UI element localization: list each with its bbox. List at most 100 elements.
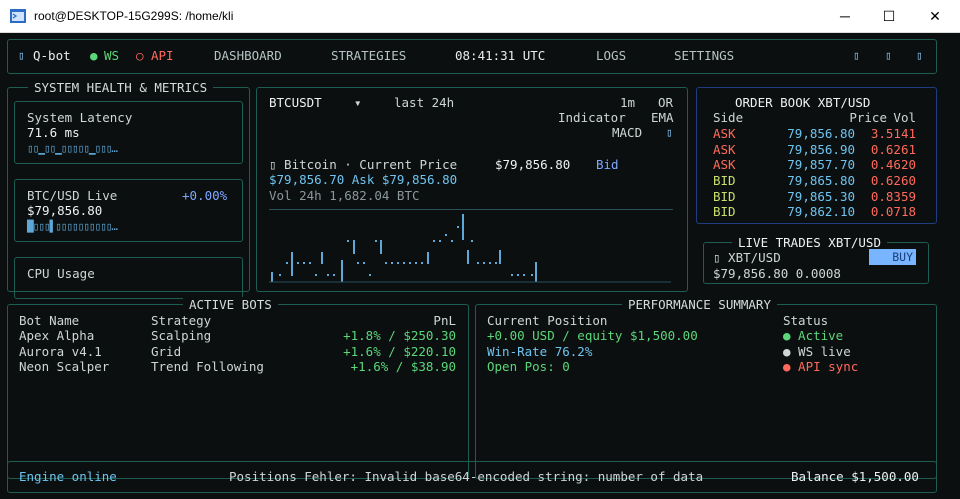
symbol-select[interactable]: BTCUSDT	[269, 95, 322, 110]
status-label: Status	[783, 313, 829, 328]
chart-bar	[439, 240, 441, 242]
cpu-label: CPU Usage	[27, 266, 95, 281]
trade-pair: ▯ XBT/USD	[713, 250, 781, 265]
status-api: ● API sync	[783, 359, 859, 374]
system-health-title: SYSTEM HEALTH & METRICS	[28, 80, 214, 96]
chart-settings-icon[interactable]: ▯	[666, 125, 673, 140]
ob-row-vol: 0.8359	[870, 189, 916, 204]
chart-bar	[477, 262, 479, 264]
latency-label: System Latency	[27, 110, 133, 125]
win-rate: Win-Rate 76.2%	[487, 344, 593, 359]
price-chart-panel: BTCUSDT ▾ last 24h 1m OR Indicator EMA M…	[256, 87, 688, 292]
nav-settings[interactable]: SETTINGS	[674, 48, 734, 63]
interval-label[interactable]: 1m	[620, 95, 635, 110]
cpu-card: CPU Usage	[14, 257, 243, 299]
notifications-icon[interactable]: ▯	[853, 48, 860, 63]
ob-row-price: 79,856.80	[787, 126, 855, 141]
active-bots-panel: ACTIVE BOTS Bot Name Strategy PnL Apex A…	[7, 297, 469, 479]
chart-bar	[433, 240, 435, 242]
chevron-down-icon[interactable]: ▾	[354, 95, 362, 110]
price-bars	[271, 214, 537, 282]
ob-row-price: 79,865.30	[787, 189, 855, 204]
trade-line: $79,856.80 0.0008	[713, 266, 841, 281]
chart-bar	[347, 240, 349, 242]
chart-bar	[462, 214, 464, 240]
app-logo-icon: ▯	[18, 49, 25, 62]
btc-sparkline: █▯▯▯▌▯▯▯▯▯▯▯▯▯▯…	[27, 220, 118, 233]
ob-row-vol: 0.4620	[870, 157, 916, 172]
nav-logs[interactable]: LOGS	[596, 48, 626, 63]
ob-row-side: ASK	[713, 142, 736, 157]
bid-ask-line: $79,856.70 Ask $79,856.80	[269, 172, 458, 187]
engine-status: Engine online	[19, 469, 117, 484]
bot-name[interactable]: Aurora v4.1	[19, 344, 102, 359]
active-bots-title: ACTIVE BOTS	[183, 297, 278, 313]
user-icon[interactable]: ▯	[885, 48, 892, 63]
chart-bar	[451, 240, 453, 242]
chart-bar	[457, 226, 459, 228]
ob-row-price: 79,862.10	[787, 204, 855, 219]
chart-bar	[467, 250, 469, 264]
bots-header-strategy: Strategy	[151, 313, 212, 328]
chart-bar	[309, 262, 311, 264]
bot-name[interactable]: Neon Scalper	[19, 359, 109, 374]
range-label[interactable]: last 24h	[394, 95, 454, 110]
api-status-dot: ○	[136, 48, 144, 63]
chart-bar	[415, 262, 417, 264]
chart-bar	[495, 262, 497, 264]
ob-row-price: 79,856.90	[787, 142, 855, 157]
chart-bar	[341, 260, 343, 282]
minimize-button[interactable]: ─	[822, 0, 868, 32]
chart-bar	[427, 252, 429, 264]
btc-change: +0.00%	[182, 188, 228, 203]
buy-button[interactable]: BUY	[869, 249, 916, 265]
chart-bar	[523, 274, 525, 276]
bot-strategy: Trend Following	[151, 359, 264, 374]
chart-bar	[279, 274, 281, 276]
nav-dashboard[interactable]: DASHBOARD	[214, 48, 282, 63]
chart-bar	[363, 262, 365, 264]
ob-row-side: ASK	[713, 126, 736, 141]
footer-message: Positions Fehler: Invalid base64-encoded…	[229, 469, 704, 484]
volume-24h: Vol 24h 1,682.04 BTC	[269, 188, 420, 203]
ob-row-price: 79,865.80	[787, 173, 855, 188]
macd-toggle[interactable]: MACD	[612, 125, 642, 140]
chart-bar	[286, 262, 288, 264]
chart-bar	[517, 274, 519, 276]
ob-row-vol: 0.6260	[870, 173, 916, 188]
bot-name[interactable]: Apex Alpha	[19, 328, 94, 343]
ob-row-price: 79,857.70	[787, 157, 855, 172]
ws-status-dot: ●	[90, 48, 98, 63]
api-status-label: API	[151, 48, 174, 63]
latency-value: 71.6 ms	[27, 125, 80, 140]
indicator-label: Indicator	[558, 110, 626, 125]
status-footer: Engine online Positions Fehler: Invalid …	[7, 461, 937, 493]
or-label: OR	[658, 95, 674, 110]
chart-bar	[375, 240, 377, 242]
chart-bar	[321, 252, 323, 264]
position-value: +0.00 USD / equity $1,500.00	[487, 328, 698, 343]
ob-row-side: ASK	[713, 157, 736, 172]
order-book-panel: ORDER BOOK XBT/USD Side Price Vol ASK 79…	[696, 87, 937, 224]
menu-icon[interactable]: ▯	[916, 48, 923, 63]
current-price: $79,856.80	[495, 157, 571, 172]
btc-live-value: $79,856.80	[27, 203, 103, 218]
latency-sparkline: ▯▯▁▯▯▁▯▯▯▯▯▁▯▯▯…	[27, 142, 118, 155]
bid-label: Bid	[596, 157, 619, 172]
ob-header-side: Side	[713, 110, 744, 125]
order-book-title: ORDER BOOK XBT/USD	[735, 95, 871, 110]
terminal-app-icon	[10, 9, 26, 23]
nav-strategies[interactable]: STRATEGIES	[331, 48, 406, 63]
maximize-button[interactable]: ☐	[866, 0, 912, 32]
chart-bar	[499, 250, 501, 264]
chart-bar	[511, 274, 513, 276]
close-button[interactable]: ✕	[912, 0, 958, 32]
ob-header-vol: Vol	[893, 110, 916, 125]
ob-row-side: BID	[713, 173, 736, 188]
position-label: Current Position	[487, 313, 608, 328]
btc-live-label: BTC/USD Live	[27, 188, 118, 203]
performance-title: PERFORMANCE SUMMARY	[622, 297, 777, 313]
balance: Balance $1,500.00	[791, 469, 919, 484]
system-health-panel: SYSTEM HEALTH & METRICS System Latency 7…	[7, 80, 250, 299]
ema-toggle[interactable]: EMA	[651, 110, 674, 125]
